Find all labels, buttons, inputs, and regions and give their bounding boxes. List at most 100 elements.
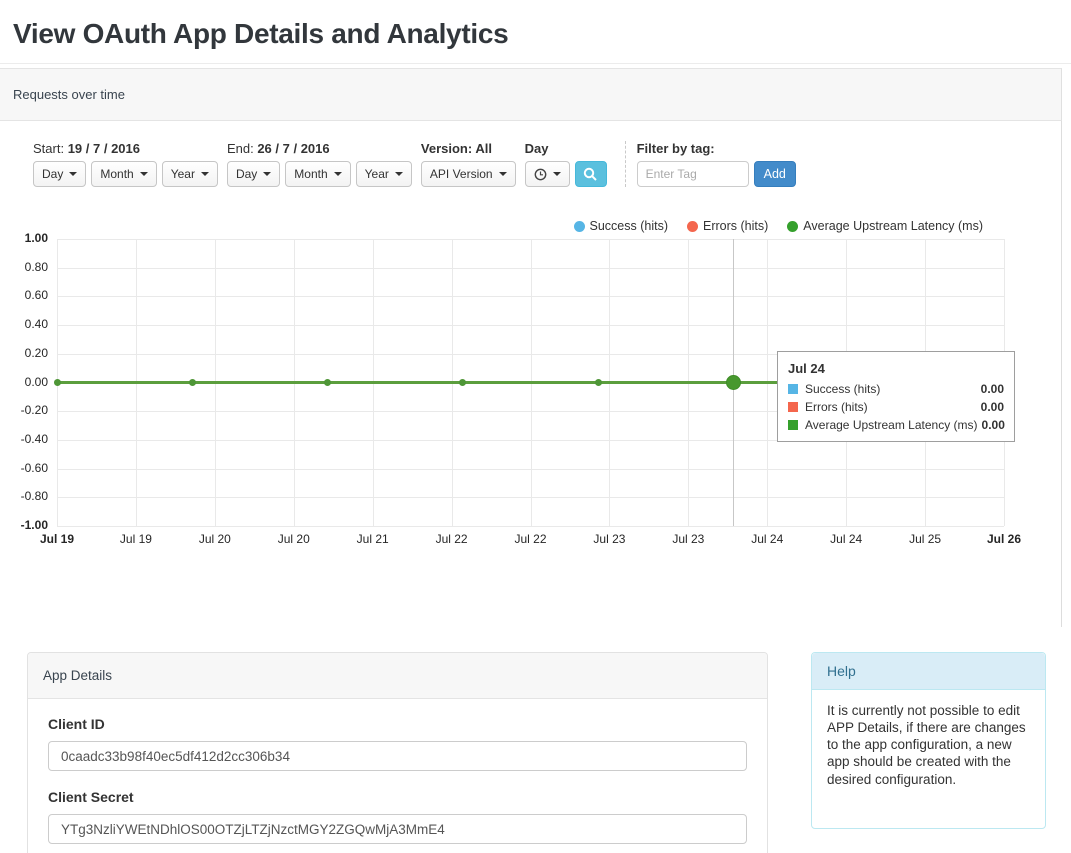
x-tick-label: Jul 21 <box>357 532 389 546</box>
x-tick-label: Jul 19 <box>120 532 152 546</box>
requests-over-time-panel: Requests over time Start: 19 / 7 / 2016 … <box>0 68 1062 627</box>
end-date-group: End: 26 / 7 / 2016 Day Month Year <box>227 141 412 187</box>
tooltip-value: 0.00 <box>982 418 1005 432</box>
legend-item-success: Success (hits) <box>574 219 669 233</box>
legend-label: Average Upstream Latency (ms) <box>803 219 983 233</box>
start-year-dropdown[interactable]: Year <box>162 161 218 187</box>
data-point[interactable] <box>189 379 196 386</box>
search-button[interactable] <box>575 161 607 187</box>
y-tick-label: 0.00 <box>0 375 48 389</box>
client-id-label: Client ID <box>48 716 747 732</box>
magnifier-icon <box>583 167 598 182</box>
data-point[interactable] <box>459 379 466 386</box>
end-day-dropdown[interactable]: Day <box>227 161 280 187</box>
chevron-down-icon <box>334 172 342 176</box>
tooltip-label: Errors (hits) <box>805 400 977 414</box>
y-tick-label: -0.60 <box>0 461 48 475</box>
end-label-text: End: <box>227 141 254 156</box>
filter-bar: Start: 19 / 7 / 2016 Day Month Year End:… <box>0 121 1061 187</box>
y-tick-label: -0.80 <box>0 489 48 503</box>
help-panel: Help It is currently not possible to edi… <box>811 652 1046 829</box>
start-month-label: Month <box>100 167 133 181</box>
data-point[interactable] <box>324 379 331 386</box>
requests-panel-body: Start: 19 / 7 / 2016 Day Month Year End:… <box>0 121 1062 627</box>
x-tick-label: Jul 23 <box>672 532 704 546</box>
x-tick-label: Jul 20 <box>199 532 231 546</box>
chevron-down-icon <box>499 172 507 176</box>
client-id-field[interactable] <box>48 741 747 771</box>
start-month-dropdown[interactable]: Month <box>91 161 156 187</box>
end-date-label: End: 26 / 7 / 2016 <box>227 141 412 156</box>
add-tag-button[interactable]: Add <box>754 161 796 187</box>
client-secret-field[interactable] <box>48 814 747 844</box>
page-title: View OAuth App Details and Analytics <box>0 0 1071 50</box>
client-secret-label: Client Secret <box>48 789 747 805</box>
x-axis-labels: Jul 19Jul 19Jul 20Jul 20Jul 21Jul 22Jul … <box>57 526 1004 550</box>
tooltip-label: Success (hits) <box>805 382 977 396</box>
errors-swatch-icon <box>788 402 798 412</box>
data-point[interactable] <box>726 375 741 390</box>
start-date-label: Start: 19 / 7 / 2016 <box>33 141 218 156</box>
app-details-header: App Details <box>28 653 767 699</box>
y-tick-label: -0.20 <box>0 403 48 417</box>
tooltip-value: 0.00 <box>981 400 1004 414</box>
end-month-label: Month <box>294 167 327 181</box>
x-tick-label: Jul 23 <box>593 532 625 546</box>
y-tick-label: -1.00 <box>0 518 48 532</box>
end-year-label: Year <box>365 167 389 181</box>
granularity-dropdown[interactable] <box>525 161 570 187</box>
y-tick-label: 0.60 <box>0 288 48 302</box>
start-day-dropdown[interactable]: Day <box>33 161 86 187</box>
requests-panel-header: Requests over time <box>0 68 1062 121</box>
chevron-down-icon <box>201 172 209 176</box>
x-tick-label: Jul 22 <box>436 532 468 546</box>
clock-icon <box>534 168 547 181</box>
legend-label: Errors (hits) <box>703 219 768 233</box>
tooltip-row-latency: Average Upstream Latency (ms)0.00 <box>788 418 1004 432</box>
help-panel-header: Help <box>812 653 1045 690</box>
errors-legend-dot-icon <box>687 221 698 232</box>
title-divider <box>0 63 1071 64</box>
y-tick-label: 0.80 <box>0 260 48 274</box>
chevron-down-icon <box>395 172 403 176</box>
x-tick-label: Jul 24 <box>830 532 862 546</box>
x-tick-label: Jul 19 <box>40 532 74 546</box>
plot-area: Jul 24 Success (hits) 0.00 Errors (hits) 0… <box>57 239 1004 526</box>
x-tick-label: Jul 24 <box>751 532 783 546</box>
end-year-dropdown[interactable]: Year <box>356 161 412 187</box>
x-tick-label: Jul 20 <box>278 532 310 546</box>
granularity-label: Day <box>525 141 607 156</box>
end-month-dropdown[interactable]: Month <box>285 161 350 187</box>
end-day-label: Day <box>236 167 257 181</box>
x-tick-label: Jul 25 <box>909 532 941 546</box>
api-version-dropdown[interactable]: API Version <box>421 161 516 187</box>
bottom-row: App Details Client ID Client Secret Help… <box>27 652 1071 853</box>
tooltip-row-success: Success (hits) 0.00 <box>788 382 1004 396</box>
chevron-down-icon <box>263 172 271 176</box>
start-year-label: Year <box>171 167 195 181</box>
chevron-down-icon <box>140 172 148 176</box>
chart-tooltip: Jul 24 Success (hits) 0.00 Errors (hits) 0… <box>777 351 1015 442</box>
success-legend-dot-icon <box>574 221 585 232</box>
start-day-label: Day <box>42 167 63 181</box>
tooltip-row-errors: Errors (hits) 0.00 <box>788 400 1004 414</box>
chevron-down-icon <box>553 172 561 176</box>
tooltip-date: Jul 24 <box>788 361 1004 376</box>
filter-divider <box>625 141 626 187</box>
data-point[interactable] <box>54 379 61 386</box>
legend-label: Success (hits) <box>590 219 669 233</box>
end-date-value: 26 / 7 / 2016 <box>257 141 329 156</box>
y-tick-label: 0.40 <box>0 317 48 331</box>
version-group: Version: All API Version <box>421 141 516 187</box>
tag-input[interactable] <box>637 161 749 187</box>
start-date-group: Start: 19 / 7 / 2016 Day Month Year <box>33 141 218 187</box>
tooltip-value: 0.00 <box>981 382 1004 396</box>
latency-swatch-icon <box>788 420 798 430</box>
data-point[interactable] <box>595 379 602 386</box>
app-details-panel: App Details Client ID Client Secret <box>27 652 768 853</box>
api-version-label: API Version <box>430 167 493 181</box>
chart-legend: Success (hits) Errors (hits) Average Ups… <box>0 219 983 233</box>
y-tick-label: 1.00 <box>0 231 48 245</box>
help-panel-text: It is currently not possible to edit APP… <box>812 690 1045 828</box>
start-date-value: 19 / 7 / 2016 <box>68 141 140 156</box>
